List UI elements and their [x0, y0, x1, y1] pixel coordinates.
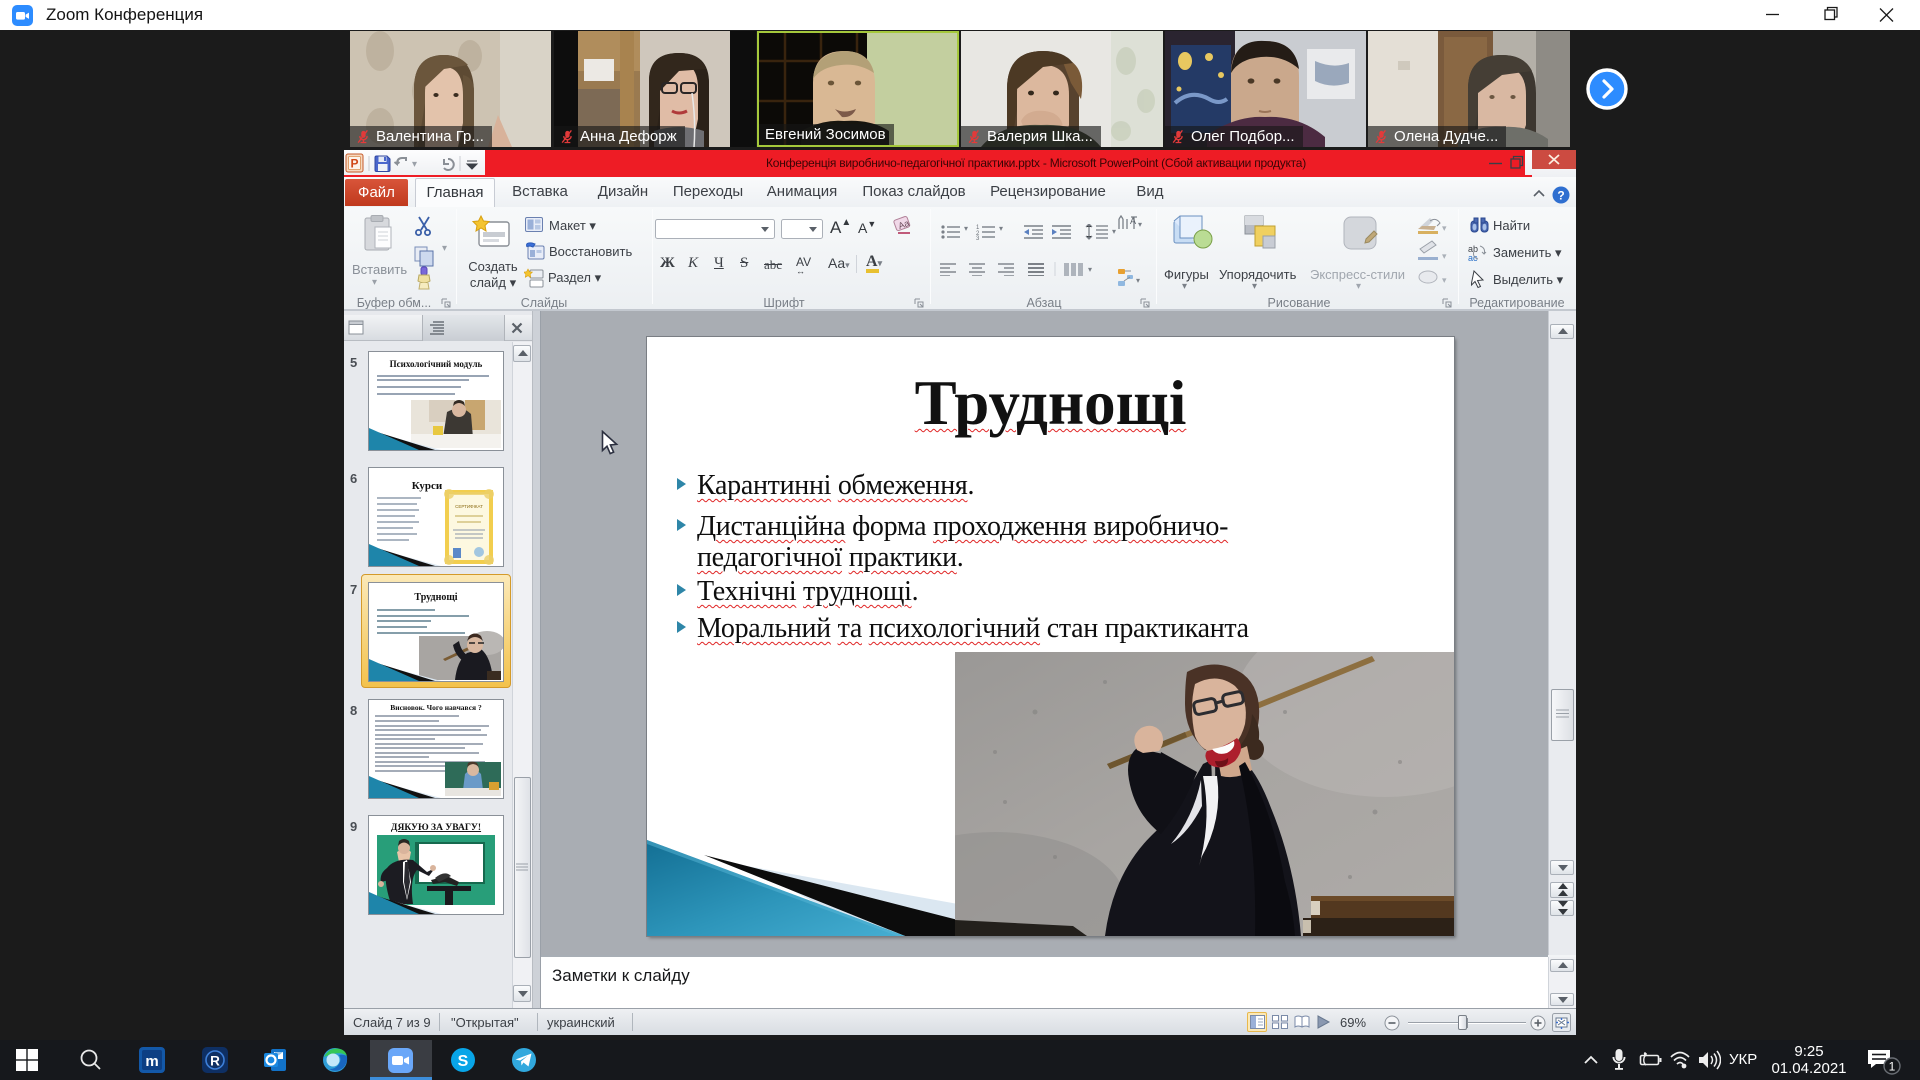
svg-text:S: S: [458, 1053, 469, 1070]
svg-text:▾: ▾: [1442, 275, 1447, 285]
svg-text:Психологічний модуль: Психологічний модуль: [390, 359, 483, 369]
svg-text:ac: ac: [1468, 253, 1478, 262]
svg-text:Висновок. Чого навчався ?: Висновок. Чого навчався ?: [390, 703, 482, 712]
svg-text:▾: ▾: [1112, 227, 1116, 236]
svg-text:▾: ▾: [964, 224, 968, 233]
svg-text:Труднощі: Труднощі: [414, 592, 457, 603]
svg-text:▾: ▾: [1088, 265, 1092, 274]
svg-text:?: ?: [1557, 189, 1564, 203]
svg-text:▾: ▾: [1136, 276, 1140, 285]
svg-text:СЕРТИФІКАТ: СЕРТИФІКАТ: [455, 504, 483, 509]
svg-text:▾: ▾: [999, 224, 1003, 233]
svg-text:▾: ▾: [1138, 220, 1142, 229]
svg-text:▾: ▾: [1442, 251, 1447, 261]
svg-text:▾: ▾: [412, 159, 417, 170]
svg-text:ДЯКУЮ ЗА УВАГУ!: ДЯКУЮ ЗА УВАГУ!: [391, 823, 481, 833]
svg-text:P: P: [350, 157, 358, 171]
svg-text:A: A: [1130, 216, 1136, 226]
svg-text:3: 3: [976, 236, 980, 240]
svg-text:Aa: Aa: [897, 218, 911, 231]
svg-text:▾: ▾: [1442, 223, 1447, 233]
svg-text:1: 1: [1889, 1060, 1896, 1074]
svg-text:Курси: Курси: [412, 480, 443, 492]
svg-text:m: m: [145, 1053, 158, 1070]
svg-text:R: R: [210, 1054, 220, 1069]
